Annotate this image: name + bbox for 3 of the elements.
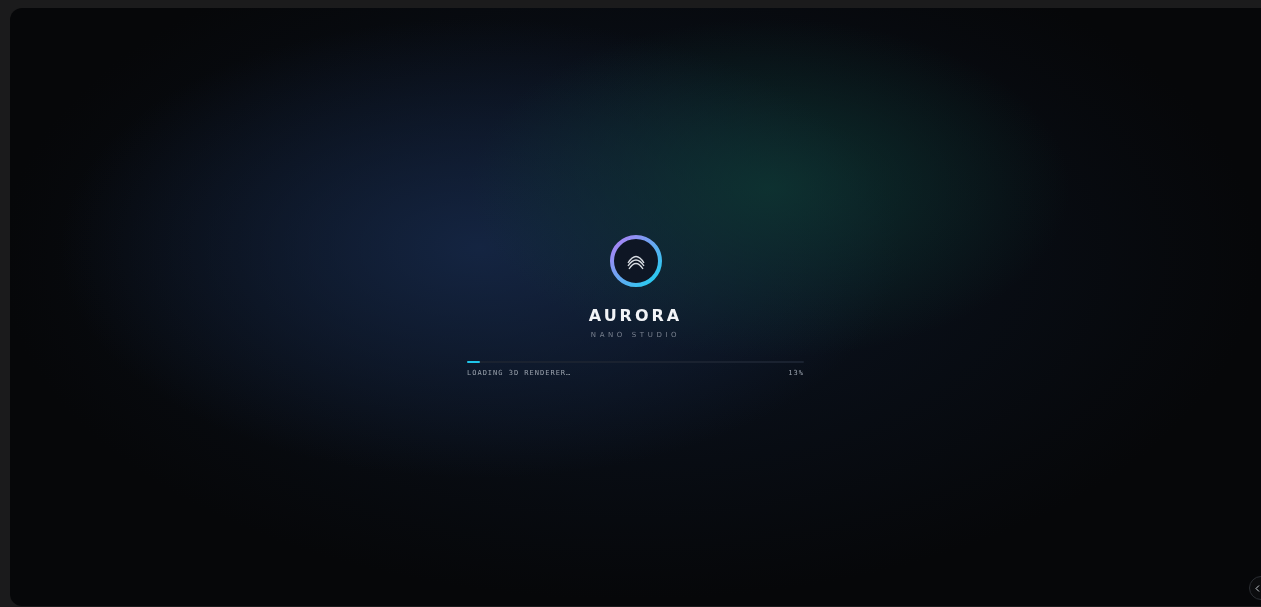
- app-title: AURORA: [588, 306, 683, 325]
- chevron-icon: [1255, 584, 1260, 592]
- logo-icon: [608, 234, 663, 288]
